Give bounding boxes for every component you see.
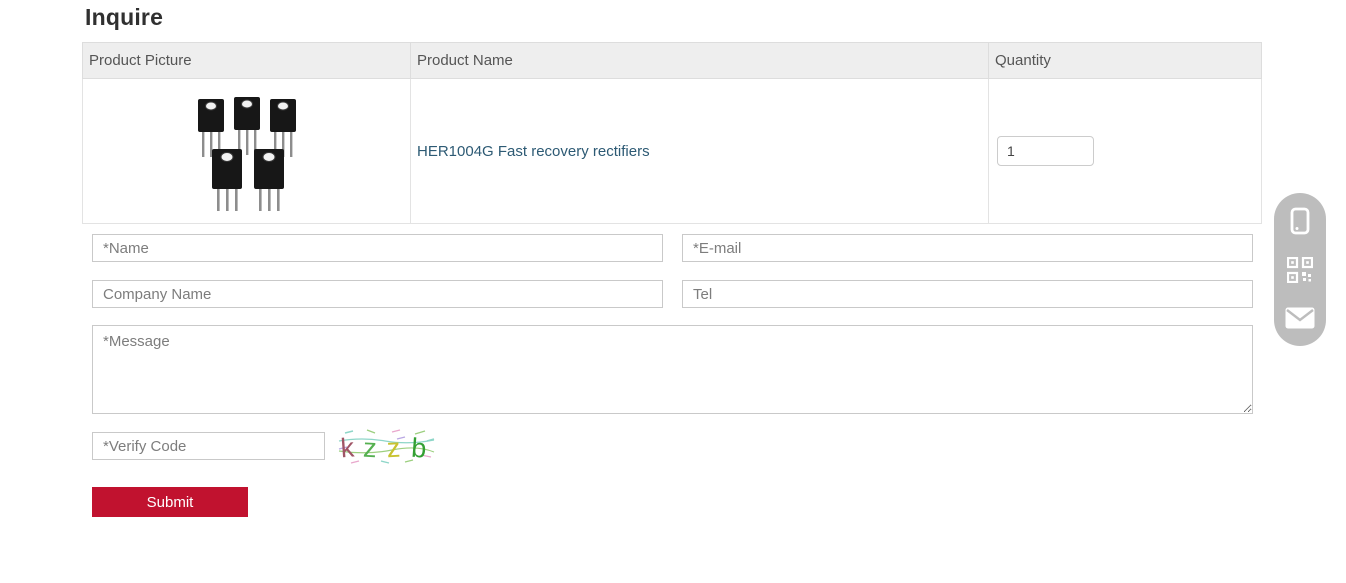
captcha-letter-3: z xyxy=(386,433,401,464)
quantity-input[interactable] xyxy=(997,136,1094,166)
phone-icon[interactable] xyxy=(1285,206,1315,236)
product-image xyxy=(182,87,312,212)
verify-code-field[interactable] xyxy=(92,432,325,460)
floating-contact-widget xyxy=(1274,193,1326,346)
product-picture-cell xyxy=(83,79,411,224)
captcha-image[interactable]: k z z b xyxy=(337,427,436,467)
email-field[interactable] xyxy=(682,234,1253,262)
product-table: Product Picture Product Name Quantity xyxy=(82,42,1262,224)
tel-field[interactable] xyxy=(682,280,1253,308)
captcha-letter-2: z xyxy=(362,433,377,464)
captcha-letter-1: k xyxy=(340,432,356,463)
mail-icon[interactable] xyxy=(1285,303,1315,333)
inquire-page: Inquire Product Picture Product Name Qua… xyxy=(0,0,1346,583)
name-field[interactable] xyxy=(92,234,663,262)
message-field[interactable] xyxy=(92,325,1253,414)
table-header-row: Product Picture Product Name Quantity xyxy=(83,43,1262,79)
table-row: HER1004G Fast recovery rectifiers xyxy=(83,79,1262,224)
header-product-name: Product Name xyxy=(411,43,989,79)
qrcode-icon[interactable] xyxy=(1285,255,1315,285)
submit-button[interactable]: Submit xyxy=(92,487,248,517)
product-name-link[interactable]: HER1004G Fast recovery rectifiers xyxy=(417,143,650,160)
captcha-letter-4: b xyxy=(410,433,427,464)
page-title: Inquire xyxy=(85,4,163,31)
company-name-field[interactable] xyxy=(92,280,663,308)
product-name-cell: HER1004G Fast recovery rectifiers xyxy=(411,79,989,224)
header-quantity: Quantity xyxy=(989,43,1262,79)
quantity-cell xyxy=(989,79,1262,224)
header-product-picture: Product Picture xyxy=(83,43,411,79)
